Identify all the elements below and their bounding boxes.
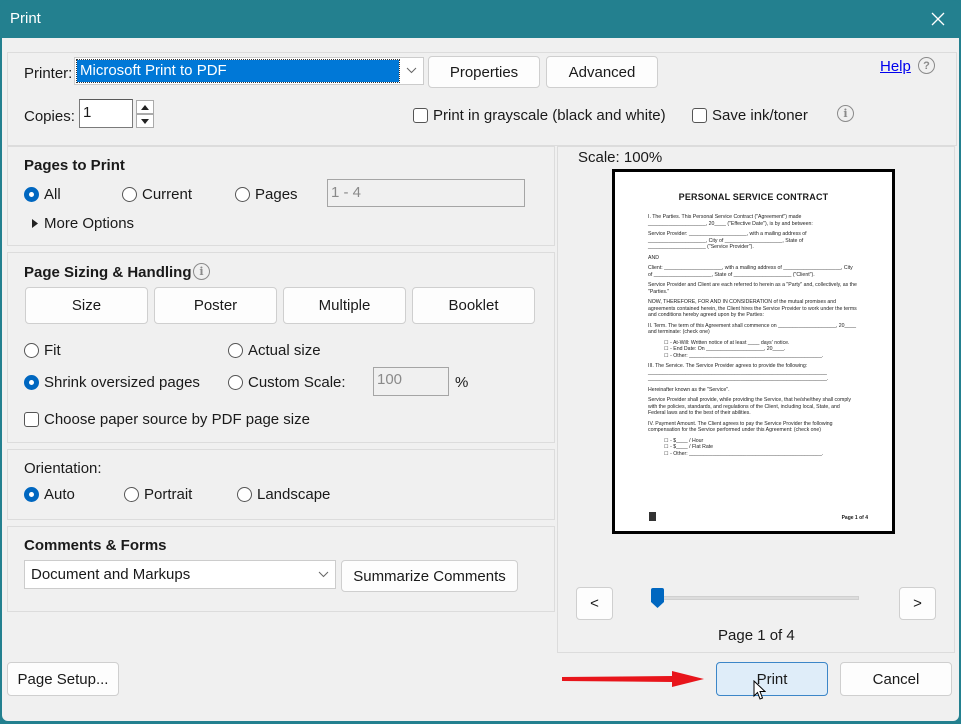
radio-current-dot[interactable] [122,187,137,202]
info-icon[interactable]: i [837,105,854,122]
paper-source-checkbox-box[interactable] [24,412,39,427]
window-title: Print [10,10,41,27]
radio-auto[interactable]: Auto [24,486,75,503]
preview-paragraph: Service Provider: ____________________, … [648,231,807,250]
page-sizing-info-icon[interactable]: i [193,263,210,280]
preview-paragraph: Service Provider and Client are each ref… [648,282,857,295]
preview-paragraph: Hereinafter known as the "Service". [648,386,730,393]
radio-pages-dot[interactable] [235,187,250,202]
preview-document-body: I. The Parties. This Personal Service Co… [648,214,858,457]
preview-paragraph: Service Provider shall provide, while pr… [648,397,851,416]
copies-input[interactable]: 1 [79,99,133,128]
radio-fit[interactable]: Fit [24,342,61,359]
grayscale-checkbox-box[interactable] [413,108,428,123]
preview-paragraph: NOW, THEREFORE, FOR AND IN CONSIDERATION… [648,299,857,318]
summarize-comments-button[interactable]: Summarize Comments [341,560,518,592]
comments-forms-select[interactable]: Document and Markups [24,560,336,589]
printer-select[interactable]: Microsoft Print to PDF [74,57,424,85]
radio-actual-size-dot[interactable] [228,343,243,358]
percent-label: % [455,374,469,391]
radio-landscape-dot[interactable] [237,487,252,502]
preview-paragraph: II. Term. The term of this Agreement sha… [648,322,857,336]
save-ink-checkbox-box[interactable] [692,108,707,123]
copies-up-button[interactable] [136,100,154,114]
radio-auto-dot[interactable] [24,487,39,502]
next-page-button[interactable]: > [899,587,936,620]
cancel-button[interactable]: Cancel [840,662,952,696]
save-ink-checkbox[interactable]: Save ink/toner [692,107,808,124]
radio-custom-scale-dot[interactable] [228,375,243,390]
scale-label: Scale: 100% [578,149,663,166]
annotation-arrow-icon [562,671,704,687]
radio-actual-size[interactable]: Actual size [228,342,321,359]
title-bar: Print [0,0,961,38]
preview-payment-option: ☐ - Other: _____________________________… [664,450,824,457]
page-range-input[interactable]: 1 - 4 [327,179,525,207]
print-dialog: Print Printer: Microsoft Print to PDF Pr… [0,0,961,724]
orientation-heading: Orientation: [24,460,102,477]
help-icon[interactable]: ? [918,57,935,74]
custom-scale-input[interactable]: 100 [373,367,449,396]
radio-portrait-dot[interactable] [124,487,139,502]
preview-paragraph: AND [648,254,659,261]
page-preview: PERSONAL SERVICE CONTRACT I. The Parties… [612,169,895,534]
preview-paragraph: I. The Parties. This Personal Service Co… [648,214,813,227]
preview-footer-page: Page 1 of 4 [841,515,868,521]
properties-button[interactable]: Properties [428,56,540,88]
comments-forms-selected: Document and Markups [31,566,191,583]
preview-paragraph: III. The Service. The Service Provider a… [648,363,829,382]
grayscale-checkbox[interactable]: Print in grayscale (black and white) [413,107,666,124]
radio-shrink-dot[interactable] [24,375,39,390]
copies-label: Copies: [24,108,75,125]
radio-all-dot[interactable] [24,187,39,202]
arrow-down-icon [141,118,149,124]
preview-term-option: ☐ - Other: _____________________________… [664,352,824,359]
document-logo-icon [649,512,656,521]
radio-all[interactable]: All [24,186,61,203]
page-slider-track[interactable] [663,596,859,600]
printer-label: Printer: [24,65,73,82]
mouse-cursor-icon [753,680,766,700]
grayscale-label: Print in grayscale (black and white) [433,107,666,124]
previous-page-button[interactable]: < [576,587,613,620]
close-button[interactable] [923,4,953,34]
radio-landscape[interactable]: Landscape [237,486,330,503]
radio-portrait[interactable]: Portrait [124,486,192,503]
save-ink-label: Save ink/toner [712,107,808,124]
help-link[interactable]: Help [880,58,911,75]
advanced-button[interactable]: Advanced [546,56,658,88]
page-sizing-heading: Page Sizing & Handling [24,264,192,281]
pages-to-print-heading: Pages to Print [24,157,125,174]
more-options-toggle[interactable]: More Options [32,215,134,232]
print-button[interactable]: Print [716,662,828,696]
radio-current[interactable]: Current [122,186,192,203]
copies-down-button[interactable] [136,114,154,128]
radio-custom-scale[interactable]: Custom Scale: [228,374,346,391]
paper-source-checkbox[interactable]: Choose paper source by PDF page size [24,411,310,428]
more-options-label: More Options [44,215,135,232]
radio-shrink-oversized[interactable]: Shrink oversized pages [24,374,200,391]
booklet-button[interactable]: Booklet [412,287,535,324]
expand-triangle-icon [32,219,38,228]
preview-document-title: PERSONAL SERVICE CONTRACT [678,192,829,202]
printer-selected-value: Microsoft Print to PDF [76,59,400,83]
comments-forms-heading: Comments & Forms [24,537,167,554]
poster-button[interactable]: Poster [154,287,277,324]
preview-paragraph: Client: ____________________, with a mai… [648,265,853,278]
chevron-down-icon [318,569,329,581]
chevron-down-icon [406,65,417,77]
page-indicator: Page 1 of 4 [718,627,795,644]
radio-fit-dot[interactable] [24,343,39,358]
size-button[interactable]: Size [25,287,148,324]
multiple-button[interactable]: Multiple [283,287,406,324]
close-icon [931,12,945,26]
arrow-up-icon [141,104,149,110]
radio-pages[interactable]: Pages [235,186,298,203]
preview-paragraph: IV. Payment Amount. The Client agrees to… [648,420,833,434]
page-setup-button[interactable]: Page Setup... [7,662,119,696]
